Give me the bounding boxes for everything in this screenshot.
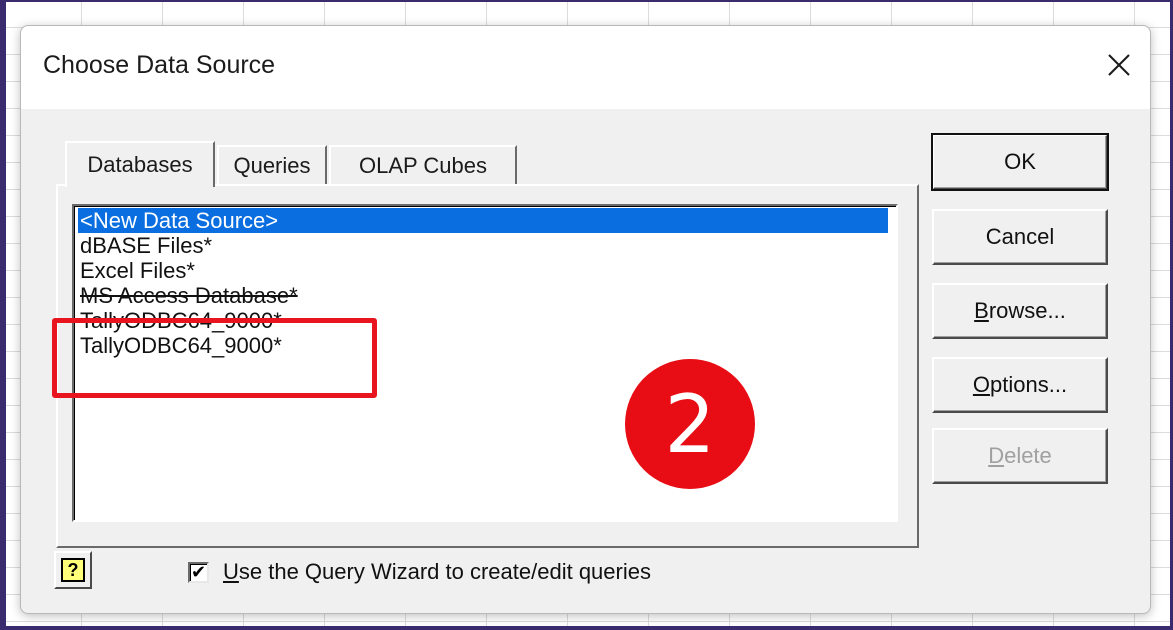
tab-databases[interactable]: Databases — [65, 141, 215, 187]
query-wizard-option[interactable]: ✔ Use the Query Wizard to create/edit qu… — [188, 559, 651, 585]
dialog-title: Choose Data Source — [43, 51, 276, 79]
list-item-dbase-files[interactable]: dBASE Files* — [78, 233, 888, 258]
query-wizard-label: Use the Query Wizard to create/edit quer… — [223, 559, 651, 585]
tab-olap-cubes-label: OLAP Cubes — [358, 153, 487, 178]
list-item-new-data-source[interactable]: <New Data Source> — [78, 208, 888, 233]
query-wizard-mnemonic: U — [223, 559, 239, 584]
databases-tab-panel: <New Data Source> dBASE Files* Excel Fil… — [56, 184, 919, 548]
options-button[interactable]: Options... — [932, 357, 1108, 413]
options-mnemonic: O — [972, 372, 991, 397]
choose-data-source-dialog: Choose Data Source Databases Queries OLA… — [20, 25, 1151, 614]
query-wizard-label-text: se the Query Wizard to create/edit queri… — [238, 559, 651, 584]
ok-button[interactable]: OK — [931, 133, 1109, 191]
browse-label: rowse... — [988, 298, 1066, 323]
list-item-excel-files[interactable]: Excel Files* — [78, 258, 888, 283]
data-source-list[interactable]: <New Data Source> dBASE Files* Excel Fil… — [72, 204, 898, 522]
help-button[interactable]: ? — [54, 551, 92, 589]
tab-queries[interactable]: Queries — [217, 145, 327, 185]
tab-olap-cubes[interactable]: OLAP Cubes — [329, 145, 517, 185]
close-button[interactable] — [1098, 44, 1140, 86]
list-item-tallyodbc64-9000-highlighted[interactable]: TallyODBC64_9000* — [78, 308, 888, 333]
help-icon: ? — [61, 558, 85, 582]
cancel-button[interactable]: Cancel — [932, 209, 1108, 265]
browse-button[interactable]: Browse... — [932, 283, 1108, 339]
delete-label: elete — [1004, 443, 1052, 468]
delete-button: Delete — [932, 428, 1108, 484]
close-icon — [1108, 54, 1130, 76]
browse-mnemonic: B — [974, 298, 989, 323]
tab-queries-label: Queries — [233, 153, 311, 178]
list-item-ms-access-database[interactable]: MS Access Database* — [78, 283, 888, 308]
options-label: ptions... — [990, 372, 1068, 397]
title-bar: Choose Data Source — [21, 26, 1150, 109]
delete-mnemonic: D — [988, 443, 1005, 468]
query-wizard-checkbox[interactable]: ✔ — [188, 561, 209, 583]
list-item-tallyodbc64-9000[interactable]: TallyODBC64_9000* — [78, 333, 888, 358]
tab-databases-label: Databases — [87, 152, 193, 177]
